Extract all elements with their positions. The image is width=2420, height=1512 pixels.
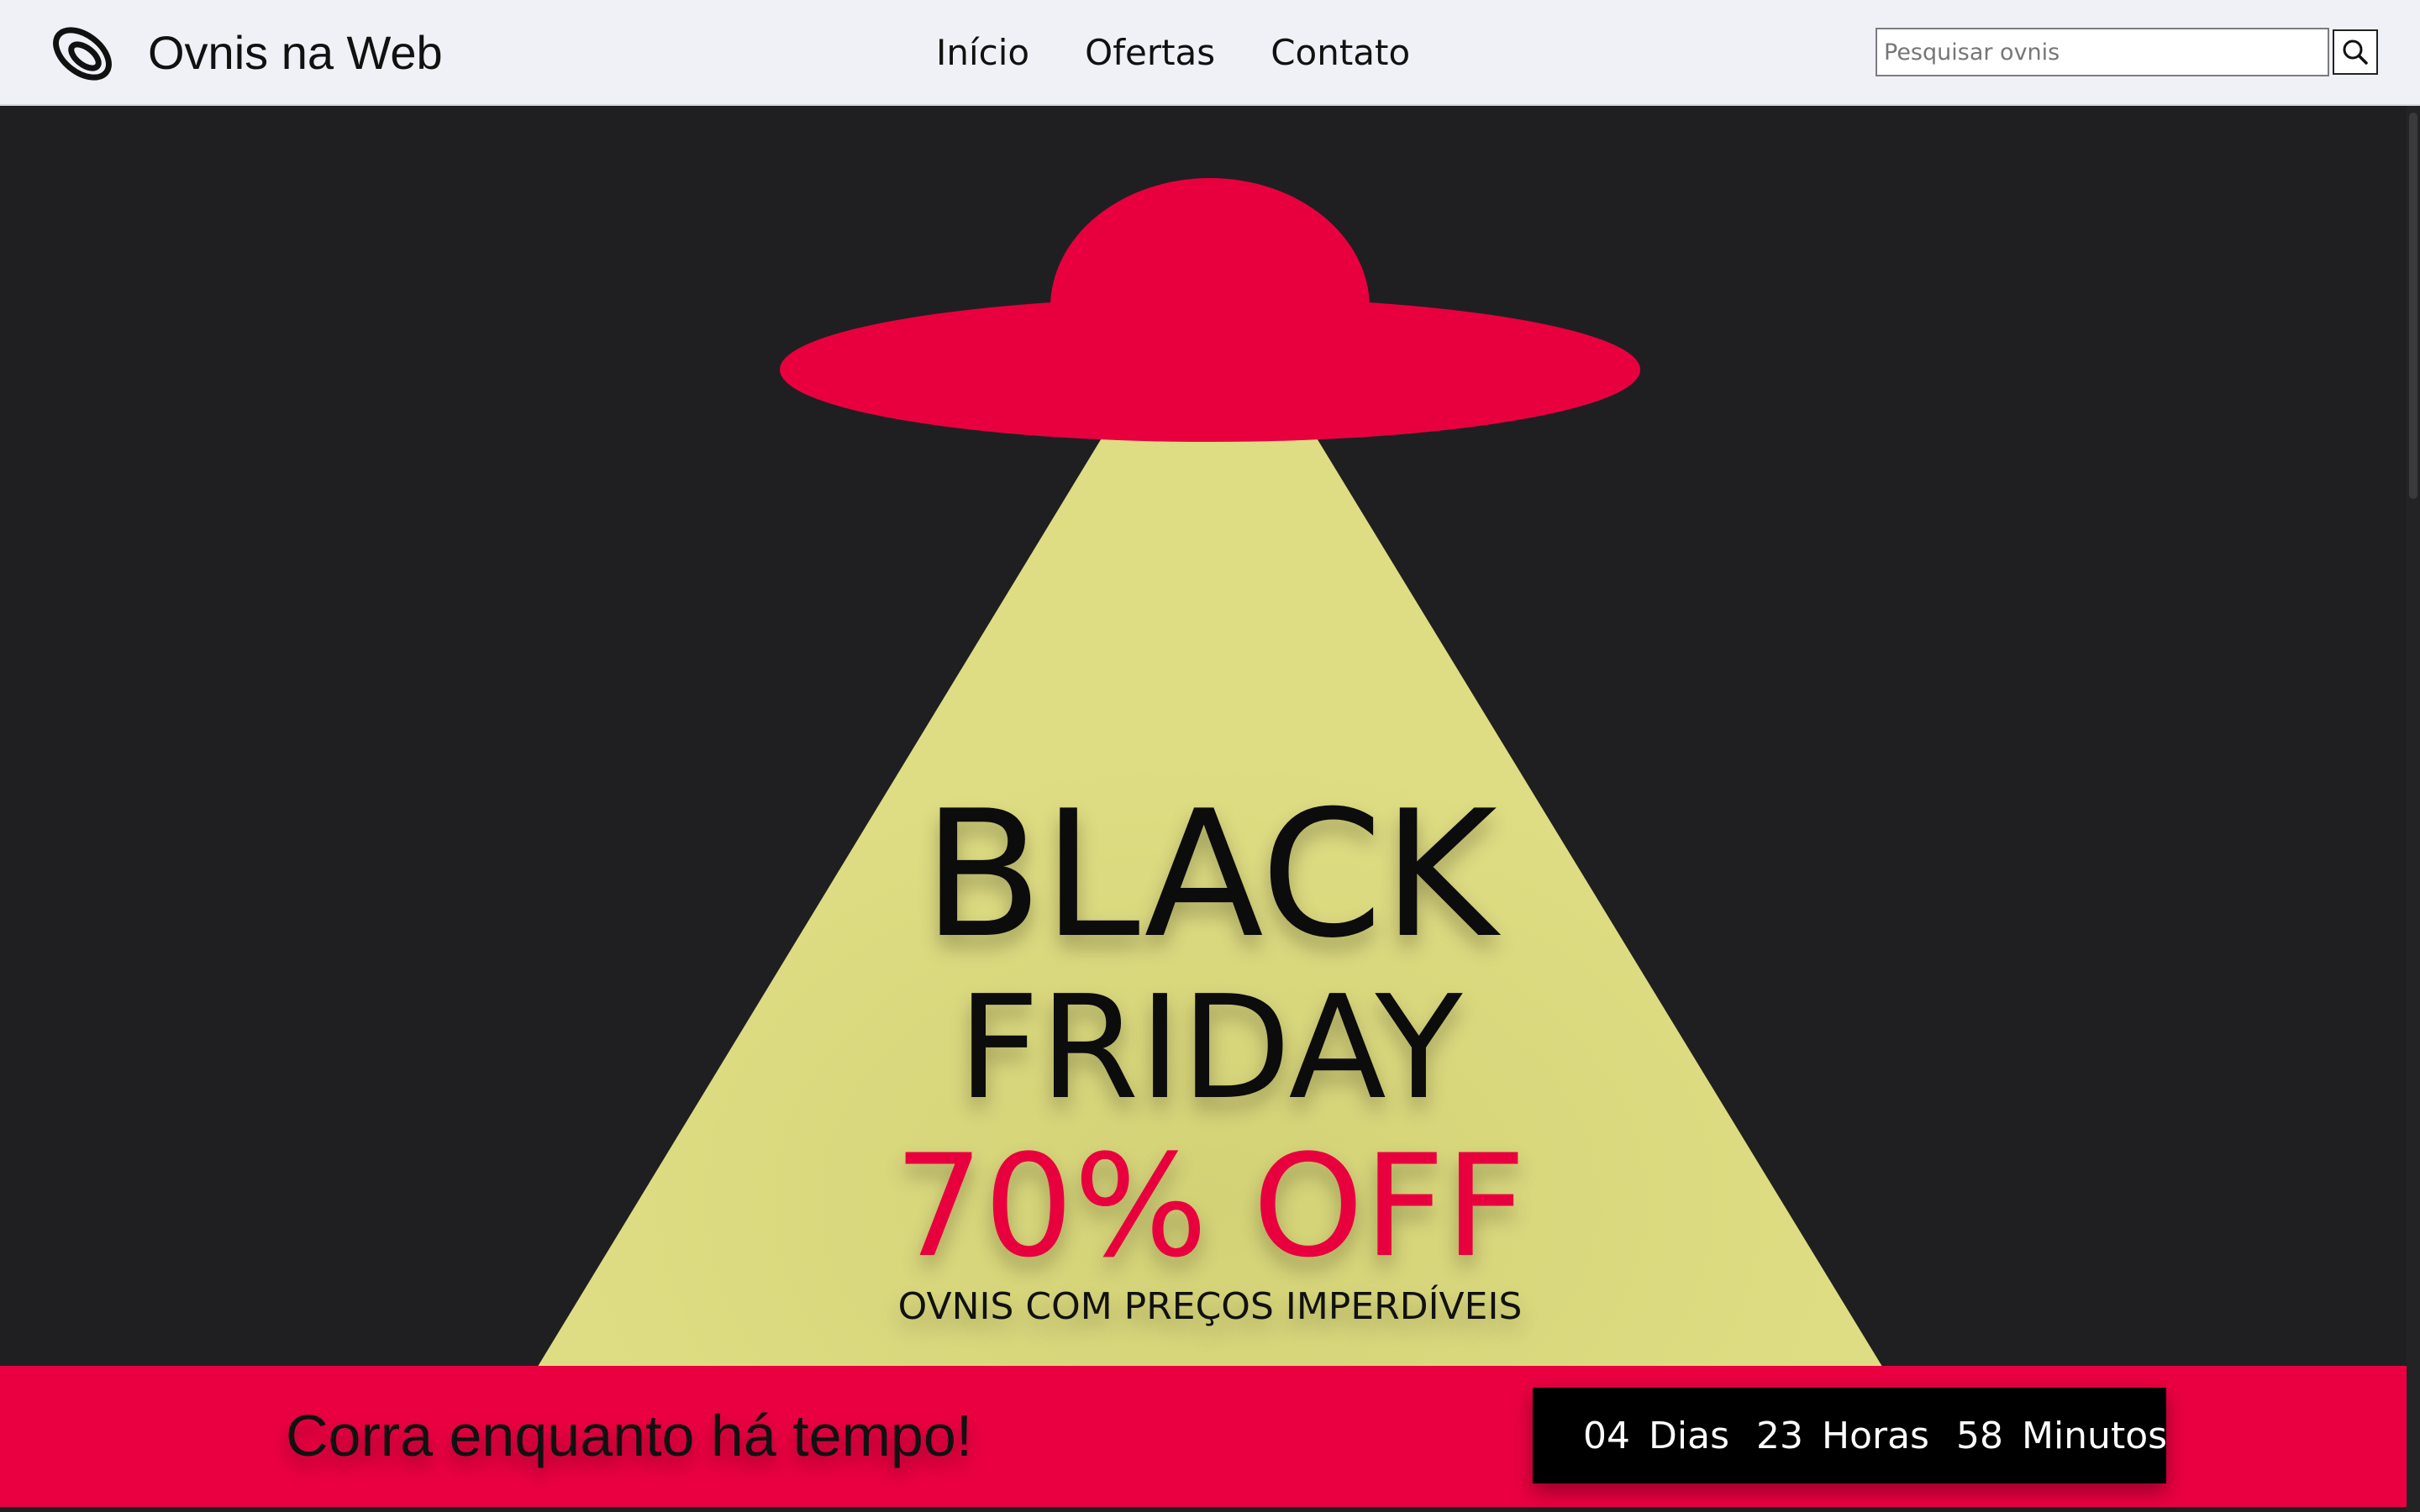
scrollbar-thumb[interactable] bbox=[2409, 113, 2417, 499]
countdown-days-label: Dias bbox=[1649, 1414, 1729, 1457]
site-header: Ovnis na Web Início Ofertas Contato bbox=[0, 0, 2420, 106]
search-button[interactable] bbox=[2333, 29, 2378, 75]
headline-black: BLACK bbox=[923, 774, 1497, 977]
nav-link-contato[interactable]: Contato bbox=[1270, 25, 1410, 81]
ufo-saucer bbox=[780, 297, 1640, 442]
search-icon bbox=[2343, 39, 2368, 65]
search-input[interactable] bbox=[1876, 28, 2329, 76]
main-nav: Início Ofertas Contato bbox=[936, 25, 1410, 81]
countdown-days-value: 04 bbox=[1583, 1414, 1630, 1457]
countdown-minutes-label: Minutos bbox=[2021, 1414, 2168, 1457]
headline-friday: FRIDAY bbox=[957, 965, 1463, 1131]
nav-link-ofertas[interactable]: Ofertas bbox=[1085, 25, 1215, 81]
brand-name[interactable]: Ovnis na Web bbox=[148, 25, 443, 81]
countdown-hours-value: 23 bbox=[1756, 1414, 1803, 1457]
ufo-logo-icon[interactable] bbox=[47, 18, 118, 87]
countdown-hours-label: Horas bbox=[1822, 1414, 1929, 1457]
tagline-text: OVNIS COM PREÇOS IMPERDÍVEIS bbox=[897, 1285, 1523, 1328]
page: Ovnis na Web Início Ofertas Contato BLAC… bbox=[0, 0, 2420, 1512]
countdown-timer: 04 Dias 23 Horas 58 Minutos bbox=[1533, 1388, 2168, 1483]
discount-text: 70% OFF bbox=[893, 1124, 1527, 1289]
hurry-message: Corra enquanto há tempo! bbox=[286, 1403, 973, 1468]
nav-link-inicio[interactable]: Início bbox=[936, 25, 1029, 81]
countdown-minutes-value: 58 bbox=[1955, 1414, 2003, 1457]
